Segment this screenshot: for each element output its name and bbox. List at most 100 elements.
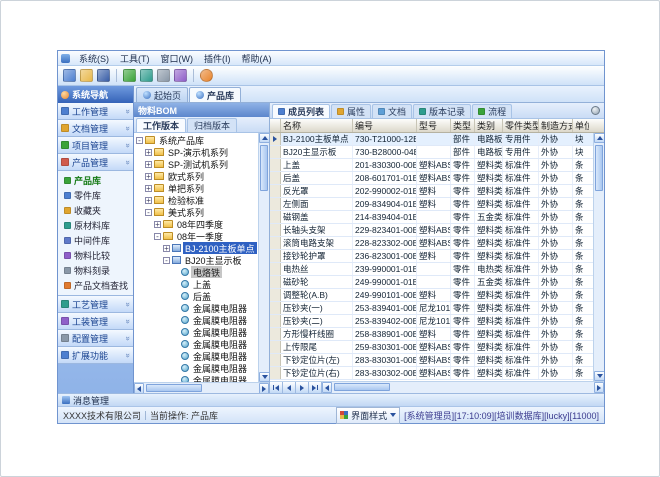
tree-node[interactable]: -系统产品库 bbox=[134, 134, 258, 146]
tree-expander-icon[interactable]: - bbox=[154, 233, 161, 240]
table-row[interactable]: 上盖201-830300-00E塑料ABS零件塑料类标准件外协条 bbox=[270, 159, 593, 172]
tree-node[interactable]: 金属膜电阻器 bbox=[134, 374, 258, 382]
scroll-right-button[interactable] bbox=[594, 382, 604, 393]
tree-node[interactable]: 后盖 bbox=[134, 290, 258, 302]
tree-expander-icon[interactable]: + bbox=[145, 185, 152, 192]
scroll-thumb[interactable] bbox=[595, 145, 603, 191]
scroll-thumb[interactable] bbox=[146, 384, 202, 392]
member-tab[interactable]: 文档 bbox=[372, 104, 412, 118]
table-row[interactable]: 调整轮(A.B)249-990101-00E塑料零件塑料类标准件外协条 bbox=[270, 289, 593, 302]
sidebar-item[interactable]: 产品库 bbox=[58, 173, 133, 188]
previous-record-button[interactable] bbox=[283, 382, 296, 393]
scroll-left-button[interactable] bbox=[134, 383, 144, 393]
scroll-track[interactable] bbox=[144, 383, 259, 393]
tree-node[interactable]: 电烙铁 bbox=[134, 266, 258, 278]
sidebar-group[interactable]: 文档管理» bbox=[58, 120, 133, 137]
column-header[interactable]: 零件类型 bbox=[503, 119, 539, 132]
column-header[interactable]: 编号 bbox=[353, 119, 417, 132]
last-record-button[interactable] bbox=[309, 382, 322, 393]
tree-node[interactable]: +08年四季度 bbox=[134, 218, 258, 230]
table-row[interactable]: 磁钢盖214-839404-01E零件五金类标准件外协条 bbox=[270, 211, 593, 224]
ui-style-selector[interactable]: 界面样式 bbox=[336, 407, 400, 424]
scroll-right-button[interactable] bbox=[259, 383, 269, 393]
tree-expander-icon[interactable]: - bbox=[145, 209, 152, 216]
tree-node[interactable]: +SP-测试机系列 bbox=[134, 158, 258, 170]
bom-version-tab[interactable]: 归档版本 bbox=[187, 118, 237, 132]
scroll-track[interactable] bbox=[259, 143, 269, 372]
table-row[interactable]: 后盖208-601701-01E塑料ABS零件塑料类标准件外协条 bbox=[270, 172, 593, 185]
member-tab[interactable]: 流程 bbox=[472, 104, 512, 118]
system-icon[interactable] bbox=[63, 69, 76, 82]
scroll-up-button[interactable] bbox=[259, 133, 269, 143]
table-row[interactable]: BJ20主显示板730-B28000-04E部件电路板专用件外协块 bbox=[270, 146, 593, 159]
sidebar-item[interactable]: 中间件库 bbox=[58, 233, 133, 248]
table-row[interactable]: 上传限尾259-830301-00E塑料ABS零件塑料类标准件外协条 bbox=[270, 341, 593, 354]
table-row[interactable]: 电热丝239-990001-01E零件电热类标准件外协条 bbox=[270, 263, 593, 276]
tree-node[interactable]: +SP-演示机系列 bbox=[134, 146, 258, 158]
sidebar-group[interactable]: 工装管理» bbox=[58, 313, 133, 330]
sidebar-item[interactable]: 产品文档查找 bbox=[58, 278, 133, 293]
table-row[interactable]: 长轴头支架229-823401-00E塑料ABS零件塑料类标准件外协条 bbox=[270, 224, 593, 237]
tree-node[interactable]: 金属膜电阻器 bbox=[134, 302, 258, 314]
scroll-down-button[interactable] bbox=[259, 372, 269, 382]
column-header[interactable]: 名称 bbox=[281, 119, 353, 132]
refresh-icon[interactable] bbox=[123, 69, 136, 82]
member-tab[interactable]: 版本记录 bbox=[413, 104, 471, 118]
settings-icon[interactable] bbox=[174, 69, 187, 82]
scroll-down-button[interactable] bbox=[594, 371, 604, 381]
exit-icon[interactable] bbox=[200, 69, 213, 82]
menu-item[interactable]: 窗口(W) bbox=[156, 51, 199, 66]
scroll-track[interactable] bbox=[594, 143, 604, 371]
print-icon[interactable] bbox=[157, 69, 170, 82]
sidebar-group[interactable]: 扩展功能» bbox=[58, 347, 133, 364]
tree-node[interactable]: -美式系列 bbox=[134, 206, 258, 218]
sidebar-item[interactable]: 收藏夹 bbox=[58, 203, 133, 218]
sidebar-group[interactable]: 工作管理» bbox=[58, 103, 133, 120]
sidebar-item[interactable]: 物料比较 bbox=[58, 248, 133, 263]
tree-node[interactable]: +单把系列 bbox=[134, 182, 258, 194]
tree-expander-icon[interactable]: + bbox=[163, 245, 170, 252]
table-row[interactable]: 反光罩202-990002-01E塑料零件塑料类标准件外协条 bbox=[270, 185, 593, 198]
table-row[interactable]: 下钞定位片(右)283-830302-00E塑料ABS零件塑料类标准件外协条 bbox=[270, 367, 593, 380]
tree-horizontal-scrollbar[interactable] bbox=[134, 382, 269, 393]
table-row[interactable]: 压钞夹(二)253-839402-00E尼龙1010零件塑料类标准件外协条 bbox=[270, 315, 593, 328]
table-row[interactable]: 接钞轮护罩236-823001-00E塑料零件塑料类标准件外协条 bbox=[270, 250, 593, 263]
tree-node[interactable]: 金属膜电阻器 bbox=[134, 350, 258, 362]
tree-node[interactable]: +BJ-2100主板单点 bbox=[134, 242, 258, 254]
bom-version-tab[interactable]: 工作版本 bbox=[136, 118, 186, 132]
tree-node[interactable]: 金属膜电阻器 bbox=[134, 362, 258, 374]
tree-node[interactable]: 金属膜电阻器 bbox=[134, 314, 258, 326]
sidebar-item[interactable]: 零件库 bbox=[58, 188, 133, 203]
table-row[interactable]: 下钞定位片(左)283-830301-00E塑料ABS零件塑料类标准件外协条 bbox=[270, 354, 593, 367]
column-header[interactable]: 单位 bbox=[573, 119, 589, 132]
column-header[interactable]: 制造方式 bbox=[539, 119, 573, 132]
document-tab[interactable]: 产品库 bbox=[189, 87, 241, 102]
menu-item[interactable]: 工具(T) bbox=[115, 51, 155, 66]
tree-expander-icon[interactable]: + bbox=[145, 173, 152, 180]
scroll-thumb[interactable] bbox=[260, 145, 268, 191]
menu-item[interactable]: 系统(S) bbox=[74, 51, 114, 66]
tree-node[interactable]: +欧式系列 bbox=[134, 170, 258, 182]
table-row[interactable]: 压钞夹(一)253-839401-00E尼龙1010零件塑料类标准件外协条 bbox=[270, 302, 593, 315]
tree-node[interactable]: -08年一季度 bbox=[134, 230, 258, 242]
panel-gear-icon[interactable] bbox=[591, 106, 600, 115]
member-tab[interactable]: 属性 bbox=[331, 104, 371, 118]
search-icon[interactable] bbox=[140, 69, 153, 82]
next-record-button[interactable] bbox=[296, 382, 309, 393]
table-row[interactable]: BJ-2100主板单点730-T21000-12E部件电路板专用件外协块 bbox=[270, 133, 593, 146]
sidebar-item[interactable]: 原材料库 bbox=[58, 218, 133, 233]
tree-expander-icon[interactable]: + bbox=[145, 161, 152, 168]
scroll-thumb[interactable] bbox=[334, 383, 390, 391]
tree-expander-icon[interactable]: + bbox=[145, 197, 152, 204]
scroll-track[interactable] bbox=[332, 382, 594, 393]
menu-item[interactable]: 插件(I) bbox=[199, 51, 236, 66]
column-header[interactable]: 型号 bbox=[417, 119, 451, 132]
scroll-left-button[interactable] bbox=[322, 382, 332, 393]
scroll-up-button[interactable] bbox=[594, 133, 604, 143]
menu-item[interactable]: 帮助(A) bbox=[237, 51, 277, 66]
document-tab[interactable]: 起始页 bbox=[136, 87, 188, 102]
tree-node[interactable]: -BJ20主显示板 bbox=[134, 254, 258, 266]
table-row[interactable]: 磁砂轮249-990001-01E零件五金类标准件外协条 bbox=[270, 276, 593, 289]
tree-node[interactable]: 金属膜电阻器 bbox=[134, 326, 258, 338]
sidebar-group[interactable]: 产品管理» bbox=[58, 154, 133, 171]
